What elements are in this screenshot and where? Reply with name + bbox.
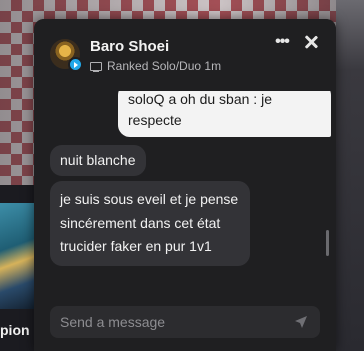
chat-window: Baro Shoei Ranked Solo/Duo 1m ••• soloQ … — [34, 19, 336, 351]
champion-label: pion — [0, 322, 30, 338]
message-scrollbar[interactable] — [326, 230, 329, 256]
status-text: Ranked Solo/Duo 1m — [107, 59, 222, 73]
monitor-icon — [90, 61, 102, 72]
chat-header: Baro Shoei Ranked Solo/Duo 1m ••• — [34, 19, 336, 91]
background-right-panel — [336, 0, 364, 351]
send-button[interactable] — [294, 315, 308, 329]
incoming-message: je suis sous eveil et je pense sincéreme… — [50, 181, 250, 266]
more-options-button[interactable]: ••• — [270, 33, 294, 51]
user-status: Ranked Solo/Duo 1m — [90, 59, 221, 73]
outgoing-message: soloQ a oh du sban : je respecte — [118, 91, 331, 137]
message-composer — [50, 306, 320, 338]
incoming-message: nuit blanche — [50, 145, 146, 176]
user-name[interactable]: Baro Shoei — [90, 38, 169, 55]
champion-card-image[interactable] — [0, 203, 38, 309]
send-icon — [295, 316, 307, 328]
more-options-icon: ••• — [275, 33, 290, 50]
in-game-status-icon — [68, 57, 83, 72]
message-input[interactable] — [60, 306, 280, 338]
message-list[interactable]: soloQ a oh du sban : je respecte nuit bl… — [34, 91, 336, 301]
close-button[interactable] — [301, 32, 321, 52]
